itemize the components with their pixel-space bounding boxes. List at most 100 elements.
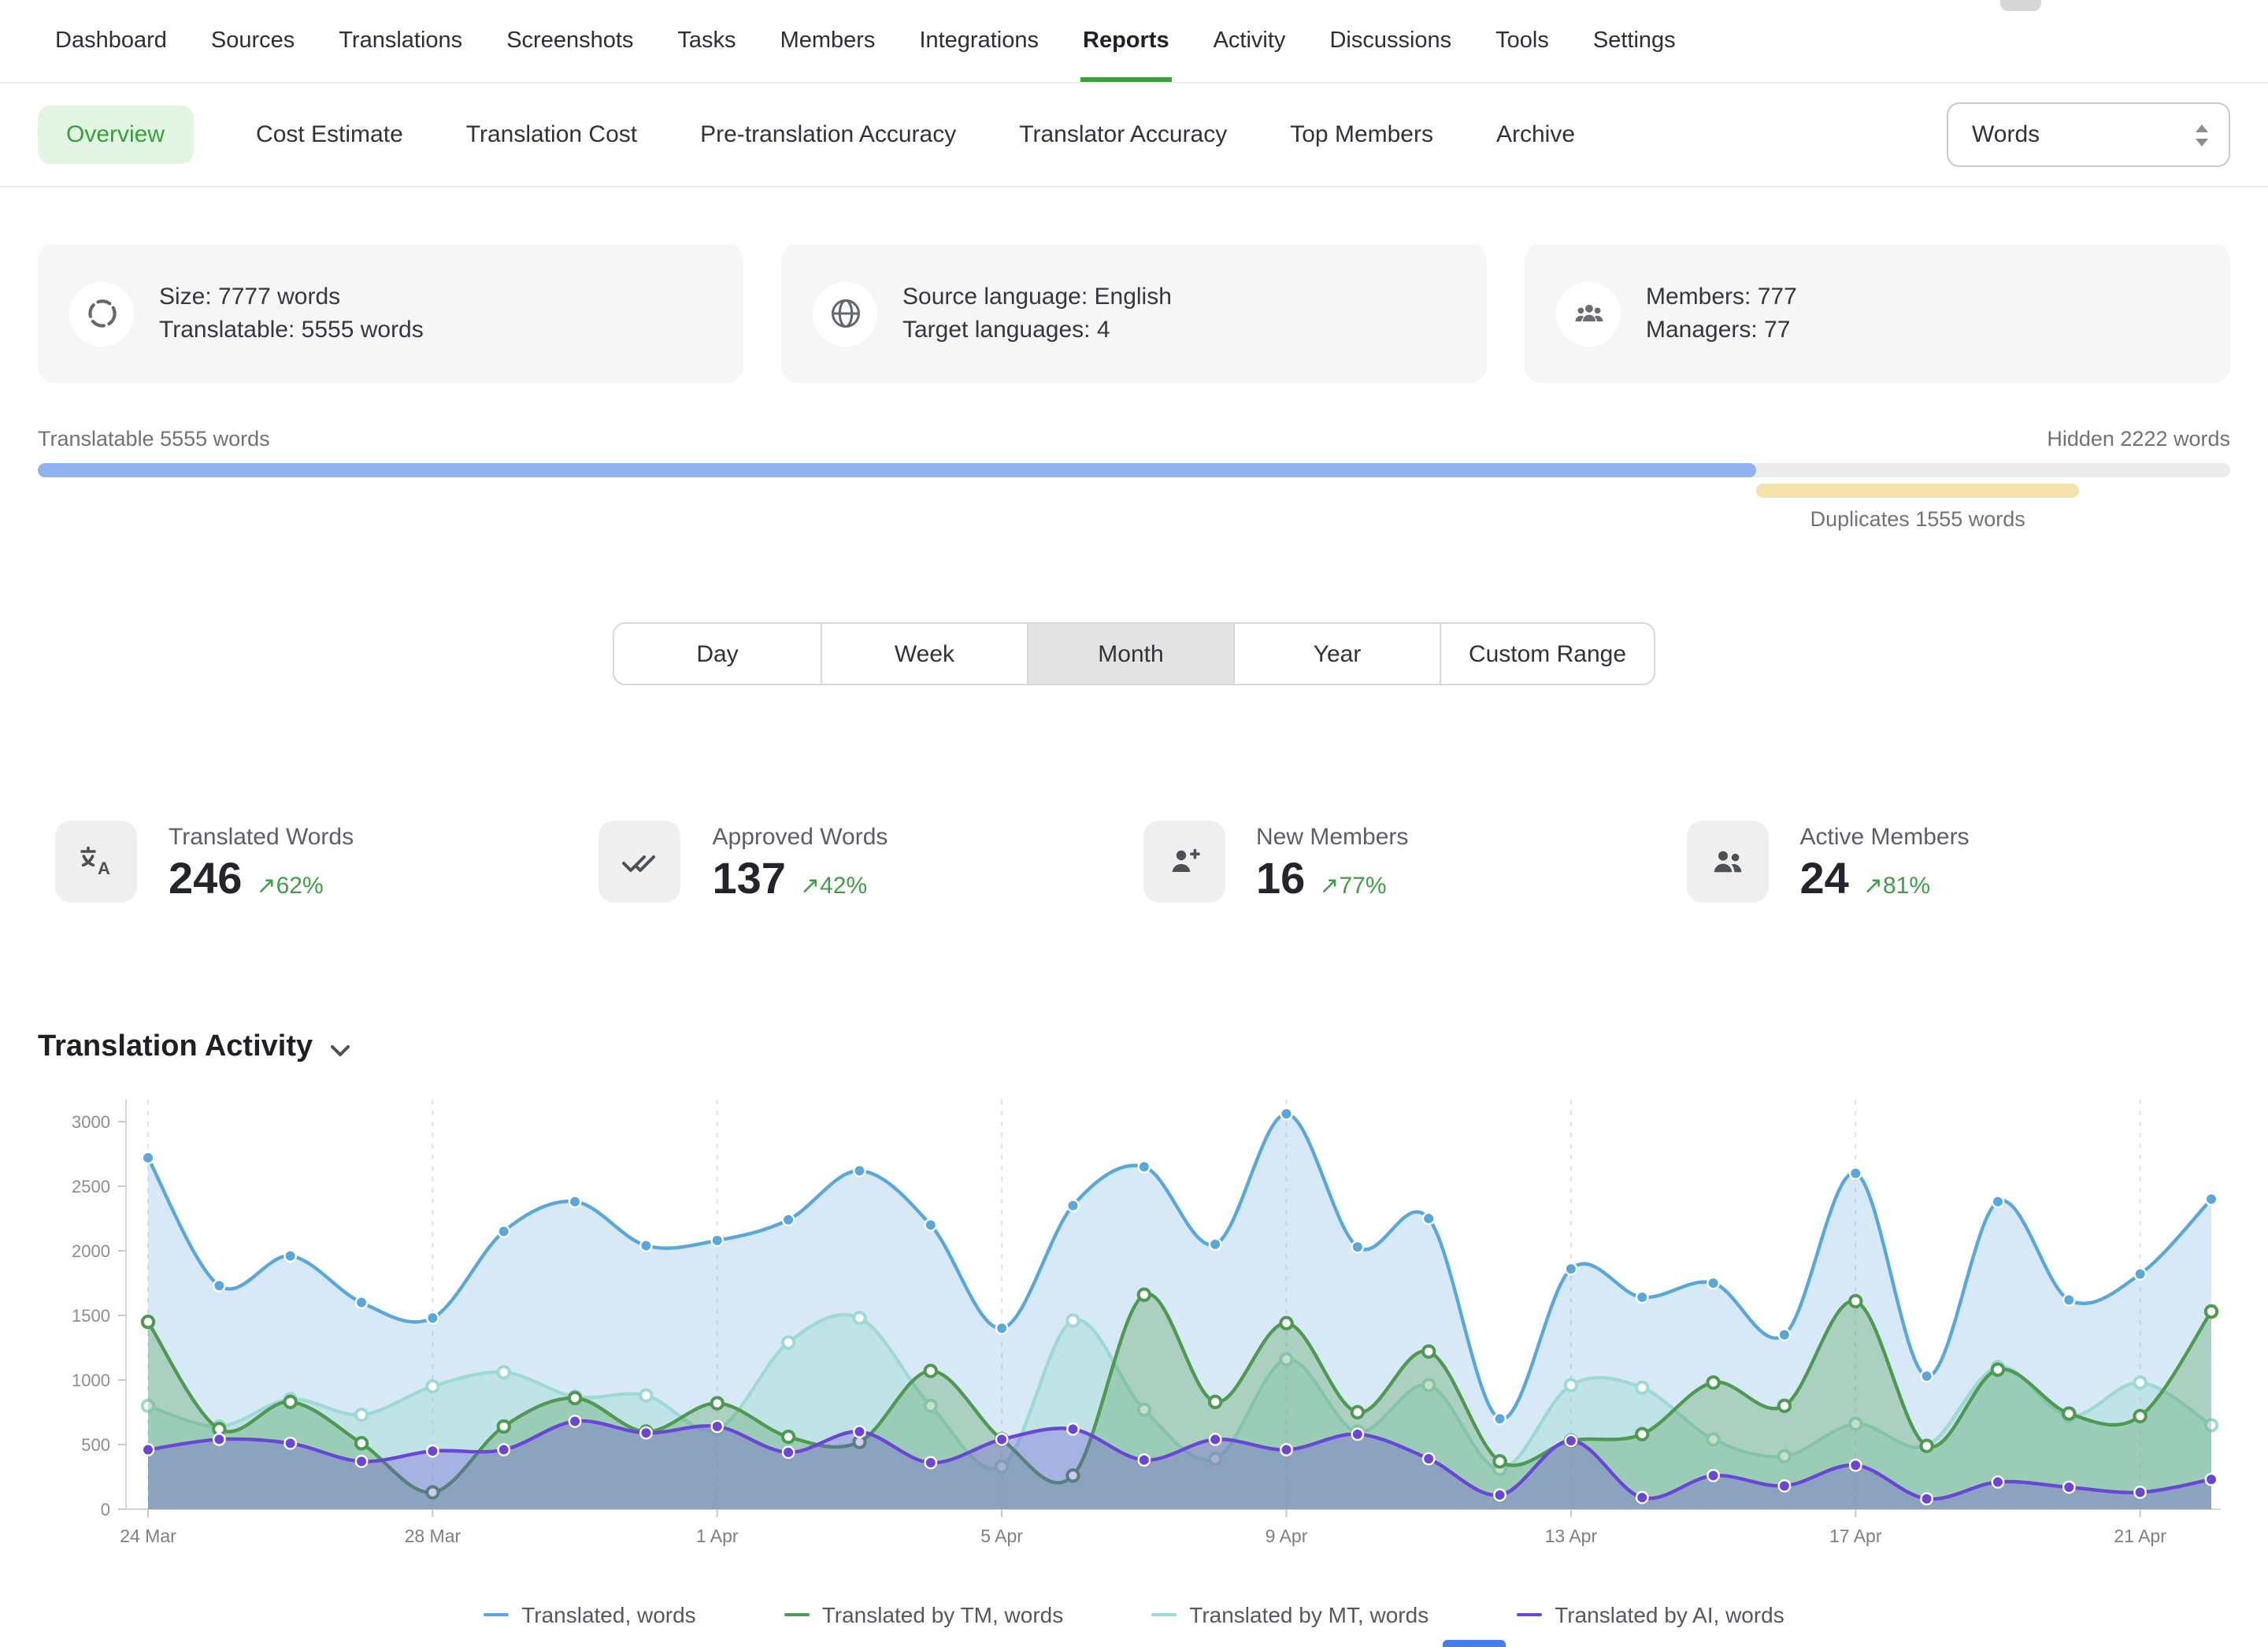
stat-translated-words: A Translated Words 246 ↗62%: [55, 821, 599, 904]
page: Dashboard Sources Translations Screensho…: [0, 0, 2268, 1647]
tab-archive[interactable]: Archive: [1496, 121, 1575, 148]
range-week[interactable]: Week: [821, 624, 1027, 684]
nav-item-reports[interactable]: Reports: [1080, 0, 1173, 82]
tab-cost-estimate[interactable]: Cost Estimate: [256, 121, 403, 148]
stat-value: 137: [713, 854, 786, 904]
duplicates-bar: [1757, 484, 2079, 498]
legend-item-ai[interactable]: Translated by AI, words: [1517, 1602, 1784, 1627]
svg-text:0: 0: [101, 1500, 110, 1519]
trend-arrow-icon: ↗: [800, 873, 820, 900]
legend-item-translated[interactable]: Translated, words: [484, 1602, 696, 1627]
nav-item-members[interactable]: Members: [777, 0, 879, 82]
nav-item-tools[interactable]: Tools: [1492, 0, 1552, 82]
svg-text:2500: 2500: [72, 1177, 110, 1196]
nav-item-screenshots[interactable]: Screenshots: [503, 0, 636, 82]
range-month[interactable]: Month: [1027, 624, 1233, 684]
nav-item-activity[interactable]: Activity: [1210, 0, 1289, 82]
y-axis-labels: 050010001500200025003000: [72, 1112, 126, 1519]
svg-text:1500: 1500: [72, 1306, 110, 1326]
nav-item-integrations[interactable]: Integrations: [916, 0, 1042, 82]
translatable-label: Translatable 5555 words: [38, 427, 270, 451]
members-line: Members: 777: [1646, 280, 1797, 313]
svg-text:1000: 1000: [72, 1371, 110, 1390]
tab-pre-translation-accuracy[interactable]: Pre-translation Accuracy: [700, 121, 956, 148]
legend-label: Translated by TM, words: [822, 1602, 1064, 1627]
legend-item-tm[interactable]: Translated by TM, words: [784, 1602, 1064, 1627]
legend-label: Translated, words: [521, 1602, 696, 1627]
duplicates-label: Duplicates 1555 words: [1757, 507, 2079, 531]
nav-item-dashboard[interactable]: Dashboard: [52, 0, 170, 82]
target-languages-line: Target languages: 4: [902, 313, 1172, 347]
nav-item-sources[interactable]: Sources: [208, 0, 298, 82]
tab-translator-accuracy[interactable]: Translator Accuracy: [1019, 121, 1227, 148]
svg-text:5 Apr: 5 Apr: [980, 1526, 1023, 1546]
trend-arrow-icon: ↗: [1863, 873, 1883, 900]
legend-swatch: [1151, 1613, 1177, 1616]
stat-value: 24: [1800, 854, 1849, 904]
legend-swatch: [484, 1613, 509, 1616]
activity-chart-svg: 05001000150020002500300024 Mar28 Mar1 Ap…: [38, 1074, 2230, 1575]
unit-select-value: Words: [1972, 121, 2040, 148]
report-tabs: Overview Cost Estimate Translation Cost …: [38, 106, 1575, 164]
summary-cards: Size: 7777 words Translatable: 5555 word…: [0, 244, 2268, 383]
stat-value: 16: [1256, 854, 1305, 904]
stat-new-members: New Members 16 ↗77%: [1143, 821, 1687, 904]
tab-top-members[interactable]: Top Members: [1290, 121, 1433, 148]
tab-overview[interactable]: Overview: [38, 106, 193, 164]
summary-card-members: Members: 777 Managers: 77: [1525, 244, 2230, 383]
report-tabs-row: Overview Cost Estimate Translation Cost …: [0, 83, 2268, 187]
globe-icon: [813, 281, 877, 346]
cropped-button: [1443, 1639, 1506, 1647]
stat-label: Approved Words: [713, 824, 888, 851]
double-check-icon: [599, 821, 681, 903]
svg-text:24 Mar: 24 Mar: [120, 1526, 176, 1546]
summary-card-size: Size: 7777 words Translatable: 5555 word…: [38, 244, 743, 383]
legend-label: Translated by MT, words: [1189, 1602, 1429, 1627]
hidden-label: Hidden 2222 words: [2047, 427, 2230, 451]
nav-item-discussions[interactable]: Discussions: [1326, 0, 1455, 82]
range-day[interactable]: Day: [614, 624, 821, 684]
nav-item-tasks[interactable]: Tasks: [674, 0, 739, 82]
svg-text:2000: 2000: [72, 1241, 110, 1261]
sync-icon: [69, 281, 134, 346]
translate-icon: A: [55, 821, 137, 903]
cropped-avatar: [2000, 0, 2041, 11]
legend-swatch: [784, 1613, 810, 1616]
date-range-row: Day Week Month Year Custom Range: [0, 622, 2268, 685]
range-year[interactable]: Year: [1233, 624, 1440, 684]
range-custom[interactable]: Custom Range: [1440, 624, 1654, 684]
progress-track: [38, 463, 2230, 477]
trend-arrow-icon: ↗: [256, 873, 276, 900]
unit-select[interactable]: Words: [1947, 102, 2230, 167]
translation-activity-chart: 05001000150020002500300024 Mar28 Mar1 Ap…: [0, 1074, 2268, 1627]
svg-text:17 Apr: 17 Apr: [1829, 1526, 1882, 1546]
svg-text:28 Mar: 28 Mar: [405, 1526, 461, 1546]
stat-cards: A Translated Words 246 ↗62% Approved Wor…: [0, 821, 2268, 904]
nav-item-settings[interactable]: Settings: [1590, 0, 1679, 82]
source-language-line: Source language: English: [902, 280, 1172, 313]
stat-change: 62%: [276, 873, 324, 900]
svg-text:21 Apr: 21 Apr: [2114, 1526, 2166, 1546]
range-selector: Day Week Month Year Custom Range: [613, 622, 1655, 685]
svg-text:9 Apr: 9 Apr: [1266, 1526, 1308, 1546]
legend-item-mt[interactable]: Translated by MT, words: [1151, 1602, 1429, 1627]
stat-change: 77%: [1339, 873, 1386, 900]
select-arrows-icon: [2194, 122, 2210, 147]
svg-text:500: 500: [81, 1435, 110, 1455]
svg-text:1 Apr: 1 Apr: [696, 1526, 739, 1546]
trend-arrow-icon: ↗: [1319, 873, 1339, 900]
stat-change: 81%: [1883, 873, 1930, 900]
translatable-fill: [38, 463, 1757, 477]
tab-translation-cost[interactable]: Translation Cost: [466, 121, 637, 148]
chevron-down-icon[interactable]: [328, 1041, 350, 1060]
svg-text:A: A: [98, 859, 110, 878]
people-icon: [1687, 821, 1769, 903]
legend-label: Translated by AI, words: [1555, 1602, 1784, 1627]
person-plus-icon: [1143, 821, 1225, 903]
stat-active-members: Active Members 24 ↗81%: [1687, 821, 2231, 904]
svg-text:13 Apr: 13 Apr: [1545, 1526, 1598, 1546]
nav-item-translations[interactable]: Translations: [335, 0, 465, 82]
stat-label: New Members: [1256, 824, 1408, 851]
stat-value: 246: [169, 854, 242, 904]
stat-label: Translated Words: [169, 824, 354, 851]
